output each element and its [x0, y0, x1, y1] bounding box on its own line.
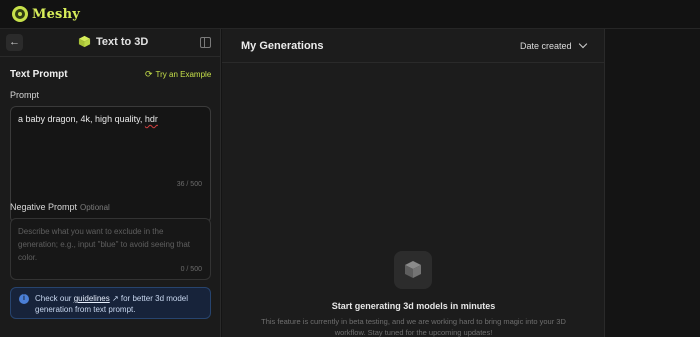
negative-prompt-label: Negative Prompt Optional — [10, 202, 110, 212]
meshy-logo-icon — [12, 6, 28, 22]
prompt-label: Prompt — [10, 90, 40, 100]
page-title: My Generations — [241, 40, 324, 52]
arrow-left-icon: ← — [9, 36, 20, 48]
right-panel — [606, 29, 700, 337]
cube-icon — [78, 35, 91, 48]
negative-prompt-placeholder: Describe what you want to exclude in the… — [18, 227, 191, 262]
optional-tag: Optional — [80, 203, 110, 212]
negative-prompt-counter: 0 / 500 — [180, 266, 202, 273]
empty-state-title: Start generating 3d models in minutes — [331, 301, 496, 311]
mode-title: Text to 3D — [78, 35, 148, 48]
empty-state-box-icon — [394, 251, 432, 289]
sort-label: Date created — [520, 41, 572, 51]
generations-panel: My Generations Date created Start genera… — [222, 29, 605, 337]
prompt-value: a baby dragon, 4k, high quality, hdr — [18, 114, 158, 124]
guidelines-text: Check our guidelines ↗ for better 3d mod… — [35, 294, 189, 314]
prompt-counter: 36 / 500 — [176, 181, 202, 188]
negative-prompt-textarea[interactable]: Describe what you want to exclude in the… — [10, 218, 211, 280]
logo[interactable]: Meshy — [12, 6, 80, 22]
empty-state-description: This feature is currently in beta testin… — [261, 317, 566, 337]
generations-header: My Generations Date created — [222, 29, 605, 63]
guidelines-notice: i Check our guidelines ↗ for better 3d m… — [10, 287, 211, 319]
try-example-label: Try an Example — [155, 70, 212, 79]
try-example-button[interactable]: ⟳ Try an Example — [145, 69, 211, 80]
collapse-panel-icon[interactable] — [200, 37, 211, 48]
top-bar: Meshy — [0, 0, 700, 29]
external-link-icon: ↗ — [111, 294, 119, 303]
sort-dropdown[interactable]: Date created — [520, 39, 587, 51]
info-icon: i — [19, 294, 29, 304]
guidelines-link[interactable]: guidelines — [74, 294, 110, 303]
mode-label: Text to 3D — [96, 35, 149, 48]
section-title: Text Prompt — [10, 69, 68, 80]
sidebar-header: ← Text to 3D — [0, 29, 221, 57]
logo-text: Meshy — [32, 6, 80, 22]
chevron-down-icon — [578, 39, 587, 49]
refresh-icon: ⟳ — [145, 69, 153, 79]
back-button[interactable]: ← — [6, 34, 23, 51]
sidebar: ← Text to 3D Text Prompt ⟳ Try an Exampl… — [0, 29, 221, 337]
